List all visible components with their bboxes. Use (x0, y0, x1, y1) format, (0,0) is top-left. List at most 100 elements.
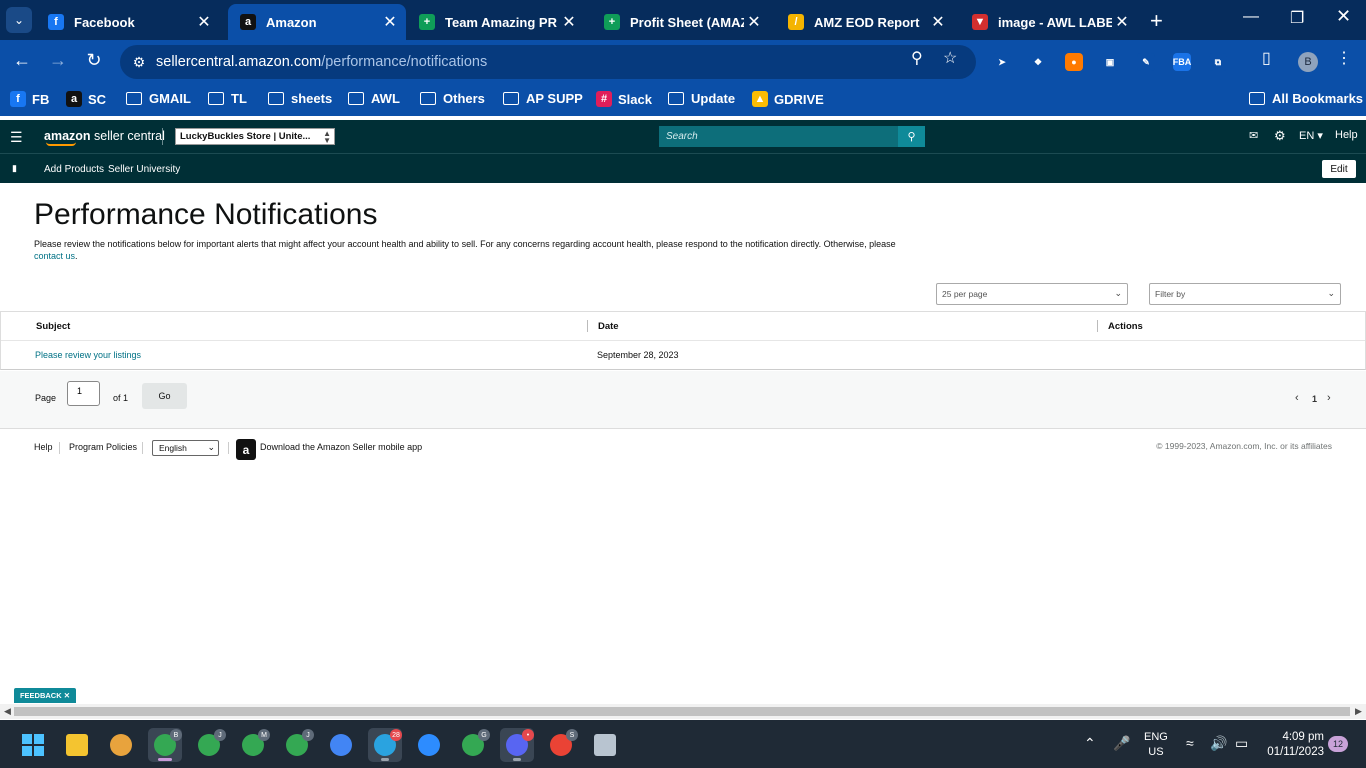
browser-tab[interactable]: / AMZ EOD Report ✕ (776, 4, 954, 40)
footer-language-select[interactable]: English ⌄ (152, 440, 219, 456)
close-tab-icon[interactable]: ✕ (744, 12, 764, 32)
notification-subject-link[interactable]: Please review your listings (35, 350, 141, 360)
bookmark-sheets[interactable]: sheets (268, 91, 332, 106)
chrome-icon[interactable]: J (192, 728, 226, 762)
discord-icon[interactable]: • (500, 728, 534, 762)
site-info-icon[interactable]: ⚙ (122, 54, 156, 71)
browser-tab[interactable]: a Amazon ✕ (228, 4, 406, 40)
program-policies-link[interactable]: Program Policies (69, 442, 137, 452)
app-character-icon[interactable] (104, 728, 138, 762)
volume-icon[interactable]: 🔊 (1210, 735, 1227, 752)
mail-icon[interactable]: ✉ (1249, 129, 1258, 142)
bookmark-fb[interactable]: f FB (10, 91, 49, 107)
close-window-icon[interactable]: ✕ (1336, 6, 1351, 27)
profile-avatar[interactable]: B (1298, 52, 1318, 72)
chrome-icon[interactable]: M (236, 728, 270, 762)
file-explorer-icon[interactable] (60, 728, 94, 762)
browser-tab[interactable]: + Profit Sheet (AMAZI ✕ (592, 4, 770, 40)
close-tab-icon[interactable]: ✕ (1112, 12, 1132, 32)
bookmark-pin-icon[interactable]: ▮ (12, 163, 17, 174)
back-icon[interactable]: ← (10, 50, 34, 71)
seller-central-logo[interactable]: amazon seller central (44, 129, 165, 143)
close-tab-icon[interactable]: ✕ (380, 12, 400, 32)
puzzle-extension-icon[interactable]: ❖ (1029, 53, 1047, 71)
close-tab-icon[interactable]: ✕ (194, 12, 214, 32)
browser-tab[interactable]: ▼ image - AWL LABEL ✕ (960, 4, 1138, 40)
store-selector[interactable]: LuckyBuckles Store | Unite... ▲ ▼ (175, 128, 335, 145)
amazon-app-icon[interactable]: a (236, 439, 256, 460)
fba-extension-icon[interactable]: FBA (1173, 53, 1191, 71)
input-language[interactable]: ENG US (1144, 730, 1168, 760)
feedback-button[interactable]: FEEDBACK ✕ (14, 688, 76, 703)
chrome-icon[interactable]: S (544, 728, 578, 762)
camera-extension-icon[interactable]: ▣ (1101, 53, 1119, 71)
clock[interactable]: 4:09 pm 01/11/2023 (1262, 730, 1324, 760)
help-link[interactable]: Help (1335, 129, 1358, 141)
microphone-icon[interactable]: 🎤 (1113, 735, 1130, 752)
edit-button[interactable]: Edit (1322, 160, 1356, 178)
chrome-icon[interactable] (324, 728, 358, 762)
bookmark-gmail[interactable]: GMAIL (126, 91, 191, 106)
chevron-up-icon[interactable]: ⌃ (1084, 735, 1096, 752)
close-tab-icon[interactable]: ✕ (928, 12, 948, 32)
language-selector[interactable]: EN ▾ (1299, 129, 1323, 142)
go-button[interactable]: Go (142, 383, 187, 409)
bookmark-tl[interactable]: TL (208, 91, 247, 106)
seller-university-link[interactable]: Seller University (108, 164, 180, 175)
contact-us-link[interactable]: contact us (34, 251, 75, 261)
chrome-icon[interactable]: B (148, 728, 182, 762)
footer-help-link[interactable]: Help (34, 442, 53, 452)
cursor-extension-icon[interactable]: ➤ (993, 53, 1011, 71)
chrome-icon[interactable]: J (280, 728, 314, 762)
reload-icon[interactable]: ↻ (82, 50, 106, 71)
restore-icon[interactable]: ❐ (1290, 8, 1304, 28)
battery-icon[interactable]: ▭ (1235, 735, 1248, 752)
filter-select[interactable]: Filter by ⌄ (1149, 283, 1341, 305)
close-tab-icon[interactable]: ✕ (559, 12, 579, 32)
zoom-icon[interactable]: ⚲ (911, 48, 923, 68)
scroll-right-icon[interactable]: ▶ (1355, 706, 1362, 717)
horizontal-scrollbar[interactable]: ◀ ▶ (0, 704, 1366, 719)
chrome-menu-icon[interactable]: ⋮ (1336, 48, 1352, 68)
search-icon[interactable]: ⚲ (898, 126, 925, 147)
all-bookmarks-button[interactable]: All Bookmarks (1249, 91, 1363, 106)
scroll-left-icon[interactable]: ◀ (4, 706, 11, 717)
bookmark-star-icon[interactable]: ☆ (943, 48, 957, 68)
bookmark-ap-supp[interactable]: AP SUPP (503, 91, 583, 106)
bookmark-update[interactable]: Update (668, 91, 735, 106)
hamburger-menu-icon[interactable]: ☰ (10, 129, 23, 146)
pen-extension-icon[interactable]: ✎ (1137, 53, 1155, 71)
chrome-icon[interactable]: G (456, 728, 490, 762)
zoom-icon[interactable] (412, 728, 446, 762)
bookmark-slack[interactable]: # Slack (596, 91, 652, 107)
browser-tab[interactable]: + Team Amazing PR - C✕ (407, 4, 585, 40)
search-input[interactable]: Search (659, 126, 899, 147)
bookmark-gdrive[interactable]: ▲ GDRIVE (752, 91, 824, 107)
current-page-number[interactable]: 1 (1312, 394, 1317, 404)
bookmark-awl[interactable]: AWL (348, 91, 400, 106)
side-panel-icon[interactable]: ▯ (1262, 48, 1271, 68)
extensions-icon[interactable]: ⧉ (1209, 53, 1227, 71)
page-number-input[interactable]: 1 (67, 381, 100, 406)
calculator-icon[interactable] (588, 728, 622, 762)
notification-badge[interactable]: 12 (1328, 736, 1348, 752)
new-tab-button[interactable]: + (1150, 8, 1163, 34)
address-bar[interactable]: ⚙ sellercentral.amazon.com/performance/n… (120, 45, 976, 79)
bookmark-others[interactable]: Others (420, 91, 485, 106)
next-page-icon[interactable]: › (1327, 392, 1331, 404)
per-page-select[interactable]: 25 per page ⌄ (936, 283, 1128, 305)
circle-extension-icon[interactable]: ● (1065, 53, 1083, 71)
scrollbar-thumb[interactable] (14, 707, 1350, 716)
download-app-link[interactable]: Download the Amazon Seller mobile app (260, 442, 422, 452)
forward-icon[interactable]: → (46, 50, 70, 71)
tab-search-button[interactable]: ⌄ (6, 7, 32, 33)
previous-page-icon[interactable]: ‹ (1295, 392, 1299, 404)
browser-tab[interactable]: f Facebook ✕ (36, 4, 220, 40)
wifi-icon[interactable]: ≈ (1186, 735, 1194, 751)
column-header-date[interactable]: Date (598, 321, 619, 332)
column-header-subject[interactable]: Subject (36, 321, 70, 332)
start-icon[interactable] (16, 728, 50, 762)
minimize-icon[interactable]: — (1243, 8, 1259, 26)
gear-icon[interactable]: ⚙ (1274, 128, 1286, 144)
add-products-link[interactable]: Add Products (44, 164, 104, 175)
